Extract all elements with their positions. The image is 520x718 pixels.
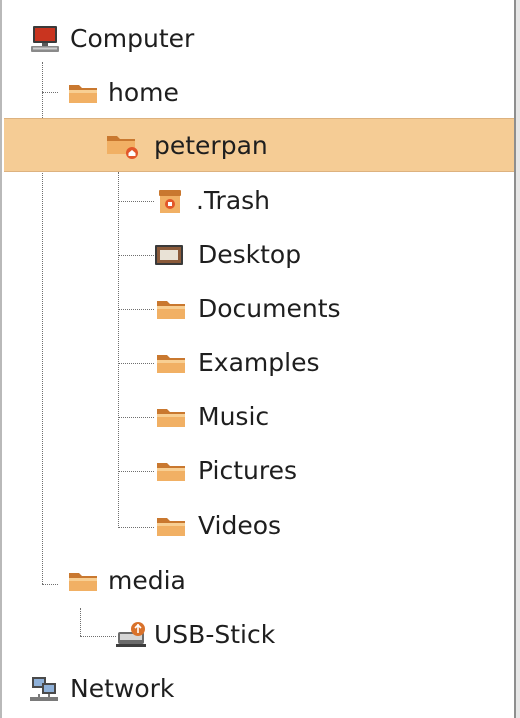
desktop-icon	[155, 245, 183, 265]
folder-icon	[69, 573, 97, 591]
tree-item-label: home	[108, 78, 179, 107]
folder-icon	[157, 409, 185, 427]
tree-item-documents[interactable]: Documents	[4, 282, 514, 336]
tree-item-label: .Trash	[196, 186, 271, 215]
tree-item-videos[interactable]: Videos	[4, 499, 514, 553]
tree-item-home[interactable]: home	[4, 66, 514, 120]
tree-item-label: Music	[198, 402, 270, 431]
tree-item-usb-stick[interactable]: USB-Stick	[4, 608, 514, 662]
tree-item-trash[interactable]: .Trash	[4, 174, 514, 228]
tree-item-label: Documents	[198, 294, 341, 323]
usb-drive-icon	[116, 622, 146, 647]
tree-item-peterpan[interactable]: peterpan	[4, 118, 514, 172]
tree-item-label: Videos	[198, 511, 282, 540]
file-tree-panel: Computer home peterpan .Trash Desktop Do…	[0, 0, 516, 718]
tree-item-label: peterpan	[154, 131, 268, 160]
tree-item-pictures[interactable]: Pictures	[4, 444, 514, 498]
computer-icon	[31, 26, 59, 52]
network-icon	[30, 677, 58, 701]
tree-item-label: Desktop	[198, 240, 302, 269]
tree-item-music[interactable]: Music	[4, 390, 514, 444]
tree-item-label: Network	[70, 674, 175, 703]
folder-icon	[157, 301, 185, 319]
home-folder-icon	[107, 136, 138, 159]
folder-icon	[157, 463, 185, 481]
tree-item-desktop[interactable]: Desktop	[4, 228, 514, 282]
tree-item-network[interactable]: Network	[4, 662, 514, 716]
tree-item-label: Pictures	[198, 456, 297, 485]
tree-item-label: Examples	[198, 348, 320, 377]
tree-item-examples[interactable]: Examples	[4, 336, 514, 390]
tree-item-media[interactable]: media	[4, 554, 514, 608]
trash-icon	[159, 190, 181, 213]
tree-item-label: Computer	[70, 24, 195, 53]
tree-item-computer[interactable]: Computer	[4, 12, 514, 66]
folder-icon	[69, 85, 97, 103]
folder-icon	[157, 518, 185, 536]
tree-item-label: media	[108, 566, 186, 595]
folder-icon	[157, 355, 185, 373]
tree-item-label: USB-Stick	[154, 620, 276, 649]
